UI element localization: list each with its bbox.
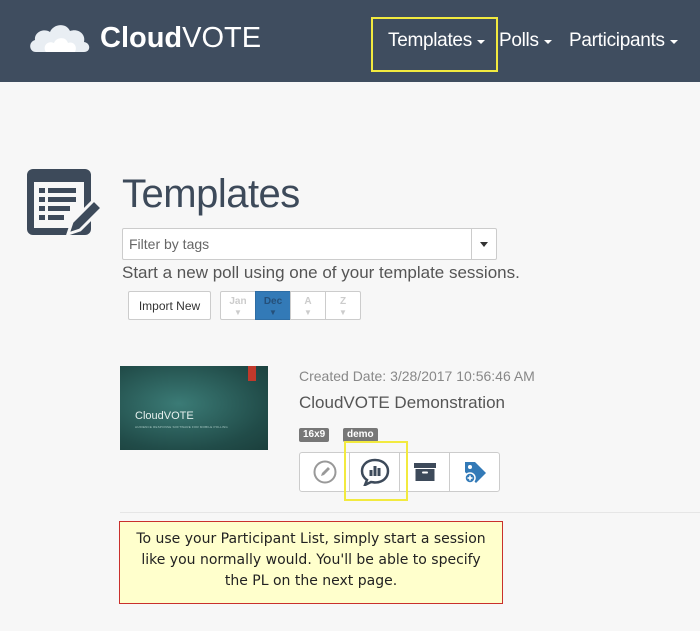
thumbnail-subtitle: AUDIENCE RESPONSE SOFTWARE FOR MOBILE PO… [135, 425, 228, 429]
instruction-callout: To use your Participant List, simply sta… [119, 521, 503, 604]
tag-plus-icon [463, 462, 486, 484]
caret-down-icon [669, 40, 678, 44]
divider [120, 512, 700, 513]
list-edit-icon [27, 169, 104, 237]
tag-badge[interactable]: 16x9 [299, 428, 330, 442]
nav-polls[interactable]: Polls [499, 0, 552, 82]
sort-arrow-icon: ▼ [304, 308, 312, 317]
edit-button[interactable] [299, 452, 350, 492]
created-date: Created Date: 3/28/2017 10:56:46 AM [299, 368, 535, 384]
sort-arrow-icon: ▼ [234, 308, 242, 317]
tag-badge[interactable]: demo [343, 428, 378, 442]
bookmark-icon [248, 366, 256, 381]
created-label: Created Date: [299, 368, 387, 384]
sort-dec-button[interactable]: Dec ▼ [255, 291, 291, 320]
page-title: Templates [122, 172, 300, 216]
thumbnail-title: CloudVOTE [135, 410, 194, 422]
session-thumbnail[interactable]: CloudVOTE AUDIENCE RESPONSE SOFTWARE FOR… [120, 366, 268, 450]
filter-divider [471, 229, 472, 259]
sort-label: Z [339, 296, 347, 307]
sort-jan-button[interactable]: Jan ▼ [220, 291, 256, 320]
sort-button-group: Jan ▼ Dec ▼ A ▼ Z ▼ [220, 291, 361, 320]
session-name: CloudVOTE Demonstration [299, 393, 505, 412]
logo-text: CloudVOTE [100, 22, 262, 54]
sort-label: Jan [229, 296, 247, 307]
page-subtitle: Start a new poll using one of your templ… [122, 263, 520, 282]
created-value: 3/28/2017 10:56:46 AM [390, 368, 535, 384]
tag-filter[interactable] [122, 228, 497, 260]
cloudvote-logo[interactable]: CloudVOTE [28, 18, 261, 62]
pencil-icon [313, 460, 336, 484]
sort-label: A [304, 296, 312, 307]
top-navbar: CloudVOTE Templates Polls Participants [0, 0, 700, 82]
cloud-icon [30, 25, 90, 52]
sort-a-button[interactable]: A ▼ [290, 291, 326, 320]
sort-arrow-icon: ▼ [269, 308, 277, 317]
nav-polls-label: Polls [499, 30, 539, 51]
caret-down-icon [543, 40, 552, 44]
sort-label: Dec [263, 296, 283, 307]
add-tag-button[interactable] [449, 452, 500, 492]
archive-icon [413, 463, 436, 481]
highlight-templates-menu [371, 17, 498, 72]
nav-participants-label: Participants [569, 30, 665, 51]
sort-z-button[interactable]: Z ▼ [325, 291, 361, 320]
filter-tags-input[interactable] [129, 229, 469, 259]
import-new-button[interactable]: Import New [128, 291, 211, 320]
highlight-start-session [344, 441, 408, 501]
sort-arrow-icon: ▼ [339, 308, 347, 317]
nav-participants[interactable]: Participants [569, 0, 678, 82]
chevron-down-icon[interactable] [480, 242, 488, 247]
